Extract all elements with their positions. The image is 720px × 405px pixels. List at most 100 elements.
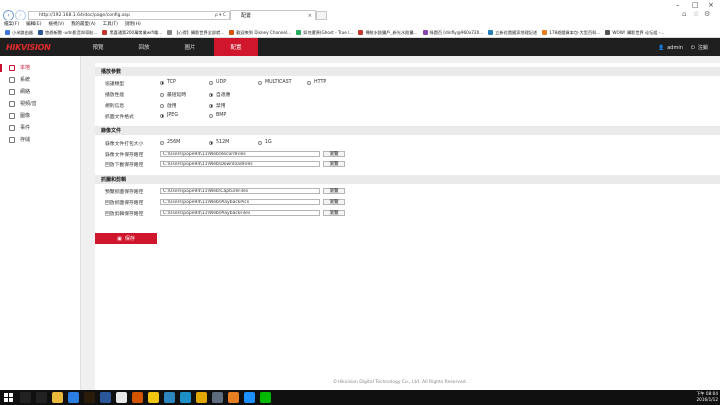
- settings-gear-icon[interactable]: ⚙: [704, 10, 710, 18]
- radio-circle: [160, 113, 164, 118]
- folder-icon[interactable]: [148, 392, 159, 403]
- download-path-field[interactable]: C:\Users\pope94\11\Web\DownloadFiles: [160, 161, 320, 167]
- radio-rules-disable[interactable]: 禁用: [209, 102, 226, 109]
- radio-size-1g[interactable]: 1G: [258, 140, 272, 145]
- radio-rules-enable[interactable]: 啟用: [160, 102, 177, 109]
- menu-file[interactable]: 檔案(F): [4, 21, 19, 27]
- radio-circle: [160, 92, 164, 97]
- favorite-item[interactable]: 立新花園國家地理記述: [488, 30, 537, 36]
- capture-path-field[interactable]: C:\Users\pope94\11\Web\CaptureFiles: [160, 188, 320, 194]
- menu-help[interactable]: 說明(H): [125, 21, 141, 27]
- internet-explorer-icon[interactable]: [244, 392, 255, 403]
- word-icon[interactable]: [100, 392, 111, 403]
- chrome-icon[interactable]: [196, 392, 207, 403]
- monitor-icon: [9, 64, 15, 71]
- tab-playback[interactable]: 回放: [122, 38, 166, 56]
- favorite-item[interactable]: 小米路由器: [5, 30, 33, 36]
- section-header-snapshot: 抓圖和剪輯: [95, 175, 720, 184]
- favorite-icon: [605, 30, 611, 35]
- radio-protocol-multicast[interactable]: MULTICAST: [258, 80, 292, 85]
- store-icon[interactable]: [68, 392, 79, 403]
- row-label-capture-path: 預覽抓圖保存路徑: [105, 190, 144, 195]
- media-player-icon[interactable]: [116, 392, 127, 403]
- radio-performance-adaptive[interactable]: 自適應: [209, 91, 230, 98]
- minimize-icon[interactable]: –: [676, 1, 680, 9]
- close-window-icon[interactable]: ×: [708, 1, 714, 9]
- maximize-icon[interactable]: □: [692, 1, 699, 9]
- tab-title: 配置: [241, 13, 252, 19]
- sidebar-item-network[interactable]: 網絡: [0, 86, 80, 97]
- taskbar-clock[interactable]: 下午 08:04 2016/1/12: [684, 391, 718, 403]
- row-label-protocol: 協議類型: [105, 82, 125, 87]
- sidebar-item-local[interactable]: 本地: [0, 62, 80, 73]
- menu-edit[interactable]: 編輯(E): [26, 21, 41, 27]
- close-tab-icon[interactable]: ×: [308, 13, 312, 19]
- username: admin: [667, 44, 683, 51]
- radio-size-256m[interactable]: 256M: [160, 140, 180, 145]
- sidebar-item-event[interactable]: 事件: [0, 122, 80, 133]
- radio-size-512m[interactable]: 512M: [209, 140, 229, 145]
- menu-view[interactable]: 檢視(V): [48, 21, 64, 27]
- radio-format-bmp[interactable]: BMP: [209, 113, 226, 118]
- settings-icon[interactable]: [212, 392, 223, 403]
- sidebar-item-video-audio[interactable]: 視頻/音: [0, 98, 80, 109]
- sidebar-item-image[interactable]: 圖像: [0, 110, 80, 121]
- favorite-item[interactable]: 悠遊新聞 -udn影音與導航...: [37, 30, 97, 36]
- menu-bar: 檔案(F) 編輯(E) 檢視(V) 我的最愛(A) 工具(T) 說明(H): [0, 20, 720, 28]
- new-tab-button[interactable]: [316, 11, 327, 20]
- favorite-item[interactable]: 如何還原(Ghost - True l...: [296, 30, 353, 36]
- browse-button[interactable]: 瀏覽: [323, 199, 345, 205]
- favorite-item[interactable]: 黑喜通第200萬幣業wifi電...: [102, 30, 162, 36]
- favorite-item[interactable]: 歡迎來到 Disney Channel...: [229, 30, 291, 36]
- sidebar-item-system[interactable]: 系統: [0, 74, 80, 85]
- tab-configuration[interactable]: 配置: [214, 38, 258, 56]
- search-icon[interactable]: [20, 392, 31, 403]
- favorite-icon: [102, 30, 108, 35]
- windows-start-icon[interactable]: [4, 393, 13, 402]
- favorite-item[interactable]: 【心得】攝影世界全部就...: [167, 30, 224, 36]
- photos-icon[interactable]: [180, 392, 191, 403]
- radio-circle: [160, 140, 164, 145]
- menu-favorites[interactable]: 我的最愛(A): [71, 21, 96, 27]
- favorites-star-icon[interactable]: ☆: [693, 10, 699, 18]
- browse-button[interactable]: 瀏覽: [323, 151, 345, 157]
- explorer-icon[interactable]: [52, 392, 63, 403]
- illustrator-icon[interactable]: [84, 392, 95, 403]
- radio-performance-shortest-delay[interactable]: 最短延時: [160, 91, 186, 98]
- radio-circle: [209, 80, 213, 85]
- paint-icon[interactable]: [132, 392, 143, 403]
- browse-button[interactable]: 瀏覽: [323, 188, 345, 194]
- firefox-icon[interactable]: [228, 392, 239, 403]
- radio-format-jpeg[interactable]: JPEG: [160, 113, 178, 118]
- shield-icon[interactable]: [164, 392, 175, 403]
- sidebar-item-storage[interactable]: 存儲: [0, 134, 80, 145]
- favorite-item[interactable]: 178遊戲資本包-大型百科...: [542, 30, 600, 36]
- browser-tab[interactable]: 配置 ×: [230, 10, 316, 20]
- browse-button[interactable]: 瀏覽: [323, 161, 345, 167]
- task-view-icon[interactable]: [36, 392, 47, 403]
- playback-pics-path-field[interactable]: C:\Users\pope94\11\Web\PlaybackPics: [160, 199, 320, 205]
- browse-button[interactable]: 瀏覽: [323, 210, 345, 216]
- menu-tools[interactable]: 工具(T): [103, 21, 118, 27]
- line-icon[interactable]: [260, 392, 271, 403]
- address-controls[interactable]: ρ ▾ C: [215, 13, 226, 18]
- address-bar[interactable]: http://192.168.1.64/doc/page/config.asp …: [28, 11, 230, 20]
- image-icon: [9, 112, 15, 119]
- home-icon[interactable]: ⌂: [682, 10, 686, 18]
- record-path-field[interactable]: C:\Users\pope94\11\Web\RecordFiles: [160, 151, 320, 157]
- radio-protocol-udp[interactable]: UDP: [209, 80, 226, 85]
- playback-files-path-field[interactable]: C:\Users\pope94\11\Web\PlaybackFiles: [160, 210, 320, 216]
- row-label-playback-pics-path: 回放抓圖保存路徑: [105, 201, 144, 206]
- favorite-item[interactable]: 綠園百 [dinfly@960x720...: [422, 30, 483, 36]
- save-button[interactable]: ▣ 保存: [95, 233, 157, 244]
- row-label-snapshot-format: 抓圖文件格式: [105, 115, 134, 120]
- favorite-icon: [358, 30, 364, 35]
- logout-link[interactable]: 注銷: [698, 44, 708, 51]
- favorite-item[interactable]: WOW! 攝影世界 论坛组 -...: [605, 30, 664, 36]
- favorite-item[interactable]: 傳統水餃攤戶_新光水餃攤...: [358, 30, 418, 36]
- radio-protocol-http[interactable]: HTTP: [307, 80, 326, 85]
- logout-icon[interactable]: ⏻: [691, 45, 695, 51]
- radio-protocol-tcp[interactable]: TCP: [160, 80, 176, 85]
- tab-picture[interactable]: 圖片: [168, 38, 212, 56]
- tab-preview[interactable]: 預覽: [76, 38, 120, 56]
